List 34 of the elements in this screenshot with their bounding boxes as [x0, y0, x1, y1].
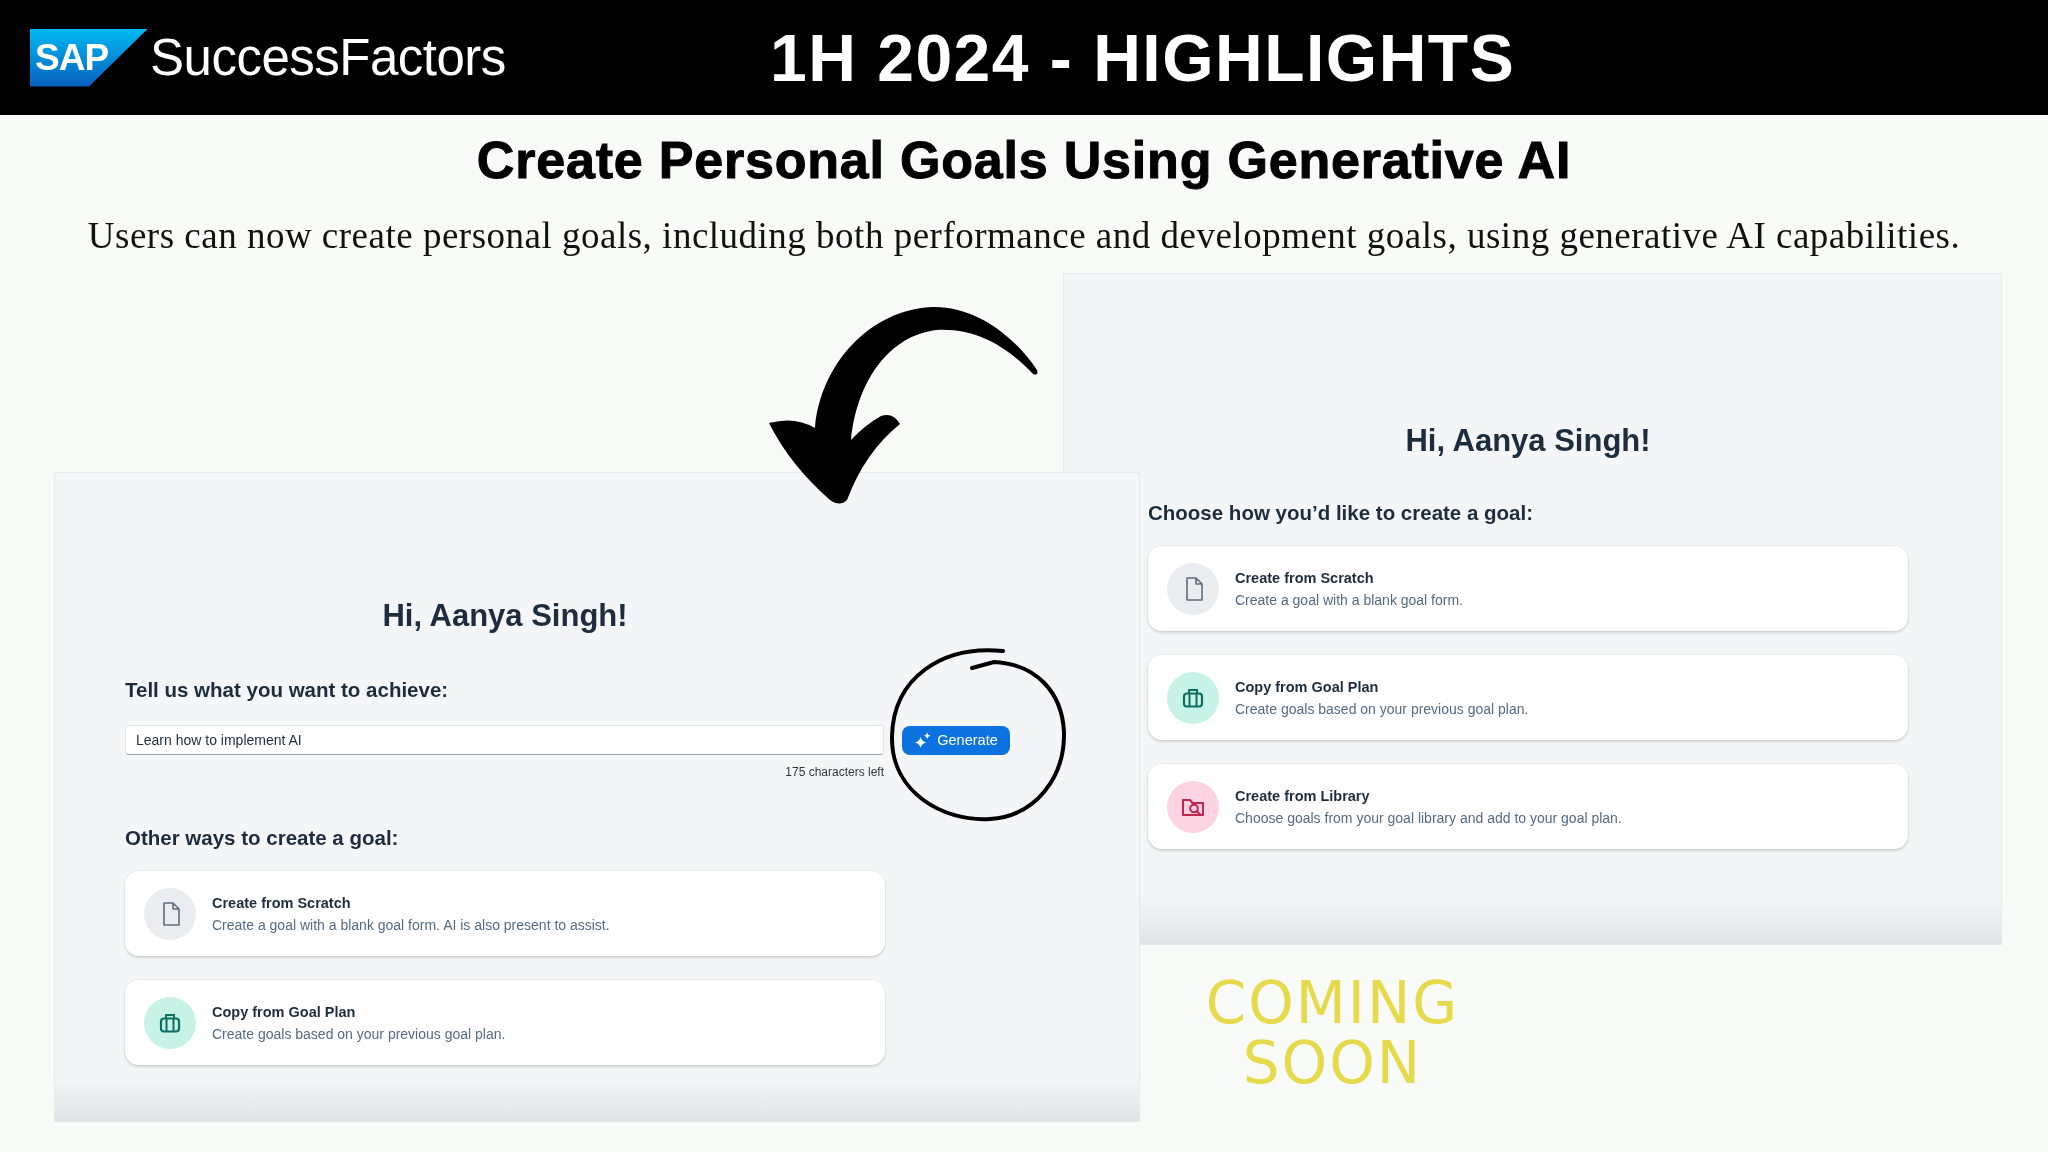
option-card[interactable]: Copy from Goal Plan Create goals based on your previous goal plan. — [1148, 655, 1908, 740]
coming-soon-label: COMING SOON — [1204, 973, 1461, 1093]
option-card[interactable]: Create from Scratch Create a goal with a blank goal form. — [1148, 546, 1908, 631]
option-title: Copy from Goal Plan — [212, 1002, 356, 1021]
option-card[interactable]: Create from Library Choose goals from your goal library and add to your goal plan. — [1148, 764, 1908, 849]
option-description: Create goals based on your previous goal plan. — [1235, 699, 1529, 718]
option-card[interactable]: Copy from Goal Plan Create goals based on your previous goal plan. — [125, 980, 885, 1065]
section-label: Choose how you’d like to create a goal: — [1148, 501, 1534, 525]
option-title: Create from Library — [1235, 786, 1370, 805]
header-title: 1H 2024 - HIGHLIGHTS — [770, 19, 1517, 97]
option-description: Create goals based on your previous goal plan. — [212, 1024, 506, 1043]
greeting-heading: Hi, Aanya Singh! — [1404, 422, 1652, 460]
option-title: Create from Scratch — [212, 893, 351, 912]
option-title: Copy from Goal Plan — [1235, 677, 1379, 696]
slide-subtitle: Users can now create personal goals, including both performance and development goals, using generative AI capabilities. — [87, 215, 1961, 257]
option-description: Choose goals from your goal library and add to your goal plan. — [1235, 808, 1622, 827]
sparkle-icon — [914, 731, 932, 749]
option-card[interactable]: Create from Scratch Create a goal with a blank goal form. AI is also present to assist. — [125, 871, 885, 956]
option-description: Create a goal with a blank goal form. — [1235, 590, 1463, 609]
prompt-label: Tell us what you want to achieve: — [125, 678, 450, 702]
generate-button[interactable]: Generate — [902, 725, 1010, 755]
character-count: 175 characters left — [784, 764, 884, 780]
greeting-heading: Hi, Aanya Singh! — [381, 597, 629, 635]
briefcase-icon — [1167, 671, 1219, 724]
document-icon — [1167, 562, 1219, 615]
folder-search-icon — [1167, 780, 1219, 833]
briefcase-icon — [144, 996, 196, 1049]
brand-name: SuccessFactors — [150, 27, 506, 88]
option-title: Create from Scratch — [1235, 568, 1374, 587]
brand-logo: SAP — [30, 28, 148, 87]
option-description: Create a goal with a blank goal form. AI is also present to assist. — [212, 915, 610, 934]
section-label: Other ways to create a goal: — [125, 826, 400, 850]
document-icon — [144, 887, 196, 940]
goal-input[interactable]: Learn how to implement AI — [125, 725, 884, 755]
